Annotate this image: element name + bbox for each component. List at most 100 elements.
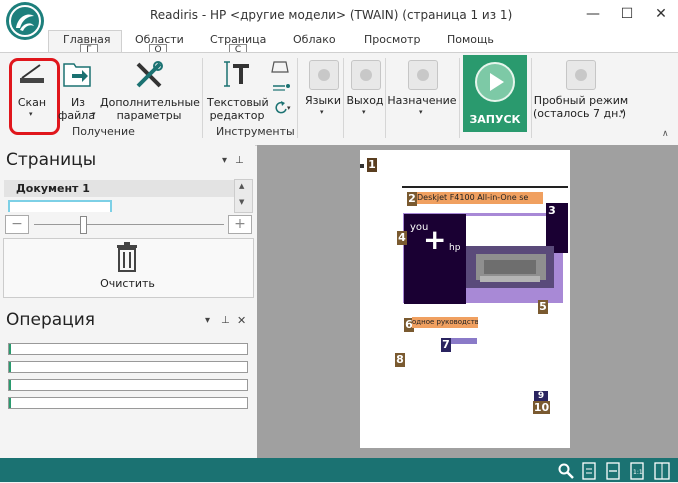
zoom-slider-thumb[interactable] <box>80 216 88 234</box>
destination-icon <box>408 60 438 90</box>
output-icon <box>351 60 381 90</box>
operation-panel-pin-icon[interactable]: ⊥ <box>221 315 230 326</box>
printer-image <box>466 246 554 288</box>
additional-parameters-label-2: параметры <box>116 109 182 122</box>
operation-panel-dropdown-icon[interactable]: ▾ <box>205 315 210 326</box>
svg-text:1:1: 1:1 <box>633 469 643 476</box>
operation-panel-title: Операция <box>6 310 96 330</box>
trash-icon <box>116 242 138 275</box>
trial-mode-label-1: Пробный режим <box>533 94 629 107</box>
zone-number-5[interactable]: 5 <box>538 300 548 314</box>
ribbon-separator <box>343 58 344 138</box>
ribbon-separator <box>297 58 298 138</box>
play-icon <box>475 62 515 102</box>
trial-mode-label-2: (осталось 7 дн.) <box>533 107 627 120</box>
additional-parameters-button[interactable]: Дополнительные параметры <box>100 60 200 125</box>
close-button[interactable]: ✕ <box>644 0 678 28</box>
tab-cloud[interactable]: Облако <box>293 33 336 46</box>
tab-help[interactable]: Помощь <box>447 33 494 46</box>
additional-parameters-label-1: Дополнительные <box>100 96 200 109</box>
zone-number-2[interactable]: 2 <box>407 192 417 206</box>
eraser-icon[interactable] <box>271 60 289 74</box>
app-logo-icon[interactable] <box>6 2 44 40</box>
operation-progress-bar <box>8 379 248 391</box>
progress-fill <box>9 380 12 390</box>
operation-panel-close-icon[interactable]: ✕ <box>237 314 246 327</box>
text-editor-button[interactable]: Текстовый редактор <box>207 60 269 125</box>
zoom-slider-track[interactable] <box>34 224 224 225</box>
text-editor-icon <box>223 60 253 91</box>
zone-number-7[interactable]: 7 <box>441 338 451 352</box>
progress-fill <box>9 344 12 354</box>
zone-number-4[interactable]: 4 <box>397 231 407 245</box>
operation-progress-bar <box>8 361 248 373</box>
actual-size-icon[interactable]: 1:1 <box>630 462 644 483</box>
zone-marker <box>360 164 364 168</box>
fit-page-icon[interactable] <box>582 462 596 483</box>
languages-label: Языки <box>305 94 341 107</box>
zone-number-1[interactable]: 1 <box>367 158 377 172</box>
from-file-button[interactable]: Из файла ▾ <box>58 60 98 125</box>
scan-highlight-frame <box>9 58 60 135</box>
operation-progress-bar <box>8 397 248 409</box>
fit-width-icon[interactable] <box>606 462 620 483</box>
pages-panel-title: Страницы <box>6 150 97 170</box>
tools-icon <box>134 60 164 91</box>
scroll-down-icon[interactable]: ▼ <box>239 198 244 206</box>
operation-progress-bar <box>8 343 248 355</box>
zone-number-8[interactable]: 8 <box>395 353 405 367</box>
two-pages-icon[interactable] <box>654 462 670 483</box>
progress-fill <box>9 362 12 372</box>
group-label-tools: Инструменты <box>216 125 295 138</box>
from-file-label-1: Из <box>70 96 86 109</box>
ribbon-separator <box>459 58 460 138</box>
pages-scrollbar[interactable]: ▲ ▼ <box>234 179 253 213</box>
clear-label: Очистить <box>100 277 155 290</box>
zone-text-guide[interactable]: одное руководство <box>412 317 478 328</box>
from-file-label-2: файла <box>58 109 96 122</box>
ribbon-separator <box>531 58 532 138</box>
zone-small-text[interactable] <box>451 338 477 344</box>
languages-caret-icon: ▾ <box>320 108 324 116</box>
plus-icon: + <box>423 223 447 256</box>
status-bar <box>0 458 678 482</box>
trial-mode-button[interactable]: Пробный режим (осталось 7 дн.) ▾ <box>533 60 629 122</box>
split-arrows-icon[interactable] <box>271 80 293 92</box>
document-label: Документ 1 <box>16 182 90 195</box>
zoom-out-button[interactable]: − <box>5 215 29 234</box>
progress-fill <box>9 398 12 408</box>
logo-hp-text: hp <box>449 243 461 253</box>
text-editor-label-1: Текстовый <box>207 96 269 109</box>
ribbon-separator <box>385 58 386 138</box>
run-label: ЗАПУСК <box>469 113 521 126</box>
maximize-button[interactable]: ☐ <box>610 0 644 28</box>
destination-caret-icon: ▾ <box>419 108 423 116</box>
destination-label: Назначение <box>387 94 457 107</box>
minimize-button[interactable]: — <box>576 0 610 28</box>
destination-button[interactable]: Назначение ▾ <box>387 60 457 120</box>
zoom-in-button[interactable]: + <box>228 215 252 234</box>
zone-image-cutout <box>466 216 546 246</box>
zoom-search-icon[interactable] <box>558 463 574 482</box>
output-button[interactable]: Выход ▾ <box>345 60 385 120</box>
pages-panel-dropdown-icon[interactable]: ▾ <box>222 155 227 166</box>
languages-button[interactable]: Языки ▾ <box>302 60 344 120</box>
trial-mode-icon <box>566 60 596 90</box>
open-file-icon <box>62 60 92 91</box>
page-thumbnail[interactable] <box>8 200 112 212</box>
trial-caret-icon: ▾ <box>620 108 624 116</box>
zone-text-heading[interactable]: Deskjet F4100 All-in-One se <box>417 192 543 204</box>
output-caret-icon: ▾ <box>362 108 366 116</box>
from-file-caret-icon: ▾ <box>92 110 96 118</box>
page-heading-rule <box>402 186 568 188</box>
zone-number-3[interactable]: 3 <box>547 204 557 218</box>
output-label: Выход <box>346 94 384 107</box>
group-label-receive: Получение <box>72 125 135 138</box>
scroll-up-icon[interactable]: ▲ <box>239 182 244 190</box>
collapse-ribbon-icon[interactable]: ∧ <box>662 129 669 139</box>
window-title: Readiris - HP <другие модели> (TWAIN) (с… <box>150 8 513 22</box>
zone-number-10[interactable]: 10 <box>533 401 550 414</box>
tab-view[interactable]: Просмотр <box>364 33 420 46</box>
rotate-caret-icon: ▾ <box>287 104 291 112</box>
pages-panel-pin-icon[interactable]: ⊥ <box>235 155 244 166</box>
